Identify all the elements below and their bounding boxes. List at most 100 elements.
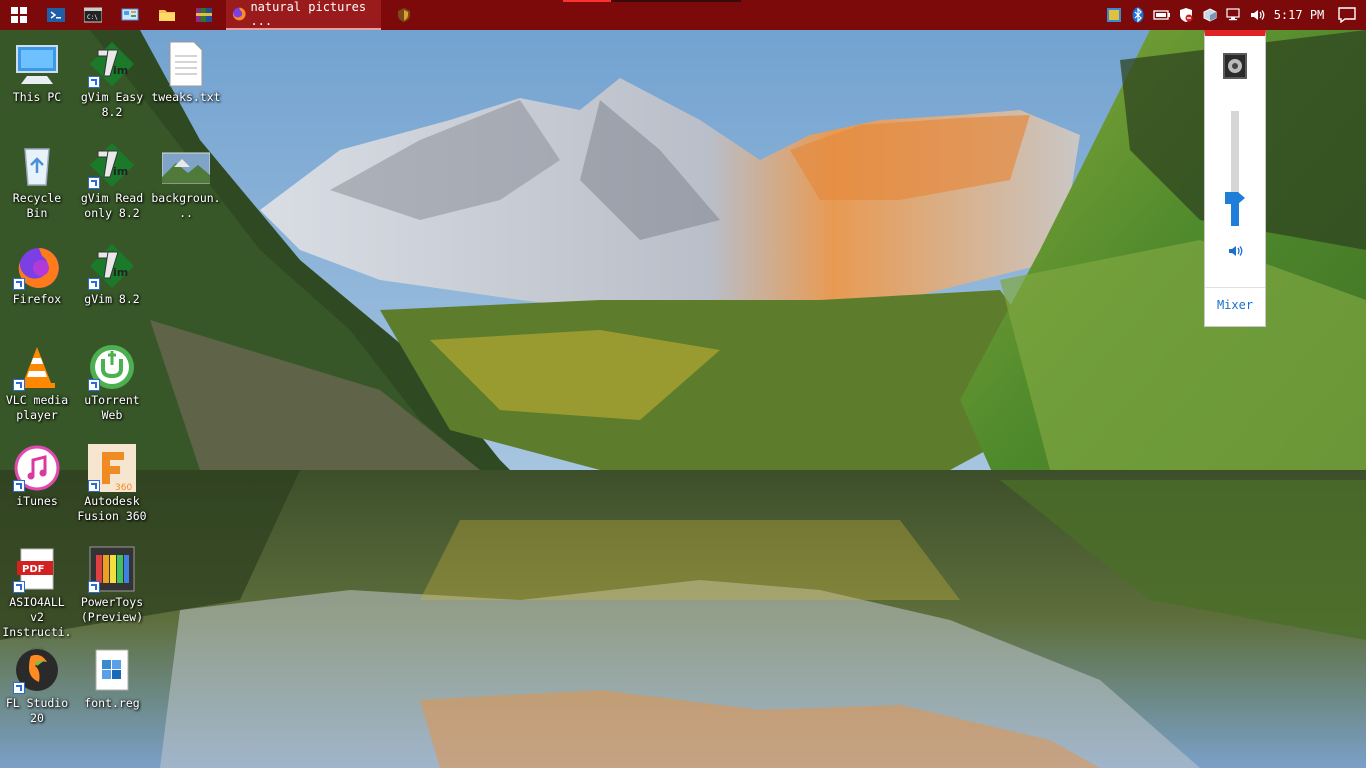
- notification-icon: [1338, 7, 1356, 23]
- svg-text:im: im: [113, 165, 128, 178]
- vim-icon: im: [88, 242, 136, 290]
- network-icon: [1226, 8, 1240, 21]
- cube-icon: [1203, 8, 1217, 22]
- shortcut-arrow-icon: [88, 76, 100, 88]
- battery-icon: [1153, 10, 1170, 20]
- icon-label: uTorrent Web: [84, 393, 140, 422]
- taskbar-powershell[interactable]: [37, 0, 74, 30]
- icon-label: FL Studio 20: [5, 696, 69, 725]
- powershell-icon: [46, 8, 65, 22]
- text-file-icon: [162, 40, 210, 88]
- desktop-icon-fl-studio[interactable]: FL Studio 20: [1, 640, 73, 726]
- desktop-icon-itunes[interactable]: iTunes: [1, 438, 73, 509]
- shortcut-arrow-icon: [13, 581, 25, 593]
- folder-icon: [158, 10, 175, 21]
- desktop-icon-vlc[interactable]: VLC media player: [1, 337, 73, 423]
- mixer-link[interactable]: Mixer: [1205, 298, 1265, 312]
- tray-volume[interactable]: [1246, 0, 1270, 30]
- icon-label: Recycle Bin: [12, 191, 62, 220]
- flyout-divider: [1205, 287, 1265, 288]
- shortcut-arrow-icon: [13, 480, 25, 492]
- shortcut-arrow-icon: [13, 379, 25, 391]
- desktop-icon-recycle-bin[interactable]: Recycle Bin: [1, 135, 73, 221]
- fusion360-icon: 360: [88, 444, 136, 493]
- taskbar: C:\ natural pictures ... 5:17 PM: [0, 0, 1366, 30]
- itunes-icon: [13, 444, 61, 492]
- icon-label: gVim Easy 8.2: [80, 90, 144, 119]
- desktop: C:\ natural pictures ... 5:17 PM This PC…: [0, 0, 1366, 768]
- icon-label: backgroun...: [151, 191, 221, 220]
- svg-text:im: im: [113, 64, 128, 77]
- shortcut-arrow-icon: [13, 682, 25, 694]
- icon-label: Firefox: [12, 292, 62, 306]
- command-prompt-icon: C:\: [83, 7, 102, 23]
- desktop-icon-gvim-read-only[interactable]: im gVim Read only 8.2: [76, 135, 148, 221]
- speaker-icon: [1251, 10, 1265, 20]
- icon-label: PowerToys (Preview): [80, 595, 144, 624]
- taskbar-highlight: [563, 0, 611, 2]
- shield-app-icon: [397, 8, 410, 22]
- desktop-icon-gvim-easy[interactable]: im gVim Easy 8.2: [76, 34, 148, 120]
- icon-label: tweaks.txt: [151, 90, 221, 104]
- desktop-icon-this-pc[interactable]: This PC: [1, 34, 73, 105]
- windows-icon: [10, 7, 27, 23]
- action-center-button[interactable]: [1328, 0, 1366, 30]
- shortcut-arrow-icon: [88, 480, 100, 492]
- taskbar-divider: [611, 0, 741, 2]
- taskbar-cmd[interactable]: C:\: [74, 0, 111, 30]
- tray-battery[interactable]: [1150, 0, 1174, 30]
- desktop-icon-font-reg[interactable]: font.reg: [76, 640, 148, 711]
- icon-label: font.reg: [84, 696, 140, 710]
- desktop-icon-firefox[interactable]: Firefox: [1, 236, 73, 307]
- taskbar-winrar[interactable]: [185, 0, 222, 30]
- icon-label: This PC: [12, 90, 62, 104]
- shield-icon: [1180, 8, 1193, 22]
- desktop-icon-fusion360[interactable]: 360 Autodesk Fusion 360: [76, 438, 148, 524]
- desktop-icon-gvim[interactable]: im gVim 8.2: [76, 236, 148, 307]
- pdf-icon: PDF: [13, 545, 61, 593]
- mute-button[interactable]: [1228, 243, 1244, 262]
- desktop-icon-background[interactable]: backgroun...: [150, 135, 222, 221]
- fl-studio-icon: [13, 646, 61, 694]
- speaker-icon: [1229, 246, 1243, 256]
- winrar-icon: [195, 8, 212, 22]
- registry-file-icon: [88, 646, 136, 694]
- icon-label: gVim Read only 8.2: [80, 191, 144, 220]
- control-panel-icon: [121, 8, 138, 21]
- start-button[interactable]: [0, 0, 37, 30]
- vim-icon: im: [88, 40, 136, 88]
- taskbar-firefox-window[interactable]: natural pictures ...: [226, 0, 381, 30]
- computer-icon: [13, 40, 61, 88]
- desktop-icon-utorrent[interactable]: uTorrent Web: [76, 337, 148, 423]
- vlc-icon: [13, 343, 61, 391]
- icon-label: VLC media player: [5, 393, 69, 422]
- taskbar-control-panel[interactable]: [111, 0, 148, 30]
- svg-text:im: im: [113, 266, 128, 279]
- volume-slider-thumb[interactable]: [1225, 189, 1245, 204]
- firefox-icon: [13, 242, 61, 290]
- speaker-device-icon: [1222, 52, 1248, 84]
- svg-text:C:\: C:\: [87, 14, 98, 21]
- svg-text:360: 360: [115, 483, 132, 492]
- tray-network-app[interactable]: [1198, 0, 1222, 30]
- shortcut-arrow-icon: [88, 379, 100, 391]
- desktop-icon-powertoys[interactable]: PowerToys (Preview): [76, 539, 148, 625]
- tray-bluetooth[interactable]: [1126, 0, 1150, 30]
- desktop-icon-asio4all-pdf[interactable]: PDF ASIO4ALL v2 Instructi...: [1, 539, 73, 655]
- wallpaper: [0, 0, 1366, 768]
- image-file-icon: [161, 141, 211, 189]
- taskbar-clock[interactable]: 5:17 PM: [1270, 8, 1328, 22]
- tray-security[interactable]: [1174, 0, 1198, 30]
- taskbar-app[interactable]: [385, 0, 422, 30]
- tray-network[interactable]: [1222, 0, 1246, 30]
- icon-label: iTunes: [16, 494, 58, 508]
- recycle-bin-icon: [13, 141, 61, 189]
- desktop-icon-tweaks-txt[interactable]: tweaks.txt: [150, 34, 222, 105]
- shortcut-arrow-icon: [88, 278, 100, 290]
- taskbar-file-explorer[interactable]: [148, 0, 185, 30]
- shortcut-arrow-icon: [88, 177, 100, 189]
- taskbar-window-title: natural pictures ...: [250, 0, 367, 28]
- svg-text:PDF: PDF: [22, 564, 44, 575]
- bluetooth-icon: [1132, 7, 1144, 23]
- tray-app[interactable]: [1102, 0, 1126, 30]
